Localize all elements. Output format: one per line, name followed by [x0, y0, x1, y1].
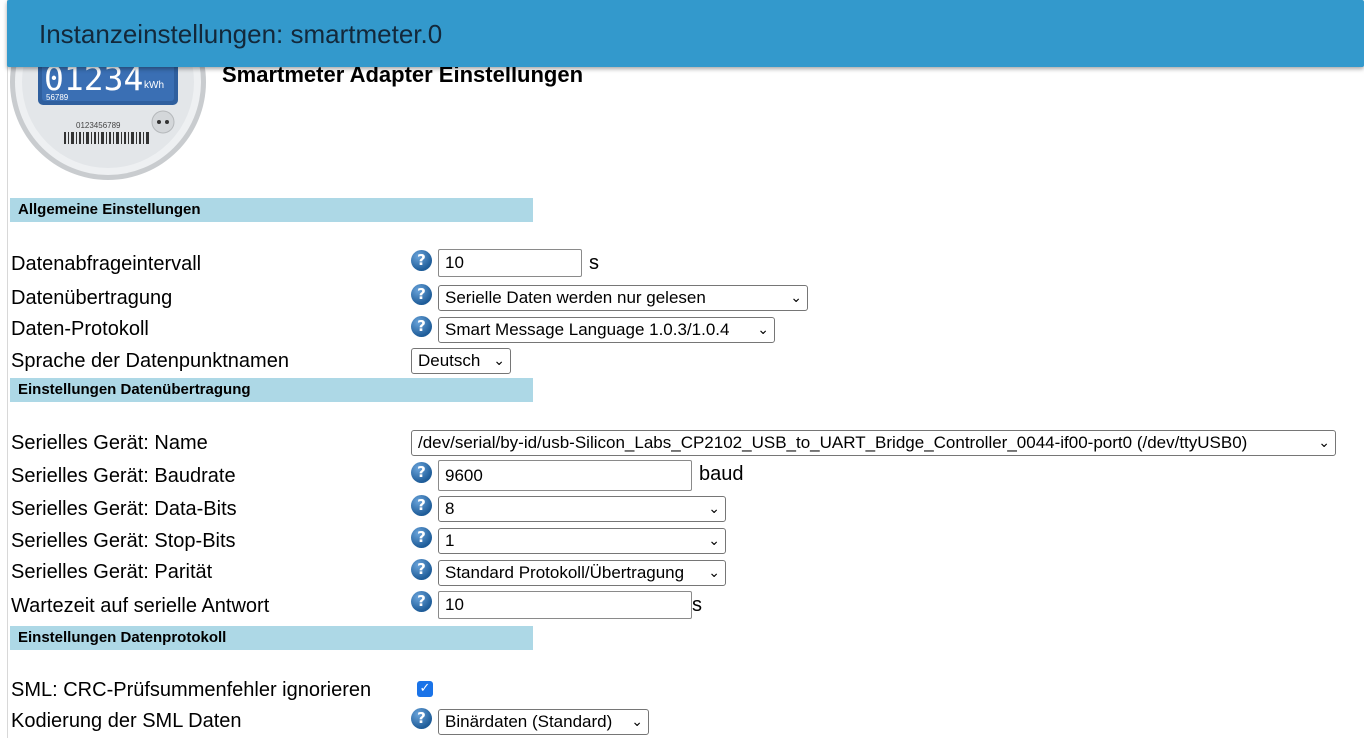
protocol-select[interactable]: Smart Message Language 1.0.3/1.0.4 ⌄: [438, 317, 775, 343]
serial-name-label: Serielles Gerät: Name: [11, 432, 208, 454]
chevron-down-icon: ⌄: [708, 565, 720, 581]
section-protocol: Einstellungen Datenprotokoll: [10, 626, 533, 650]
serial-name-select-value: /dev/serial/by-id/usb-Silicon_Labs_CP210…: [418, 433, 1248, 452]
help-icon[interactable]: ?: [411, 559, 432, 580]
stopbits-label: Serielles Gerät: Stop-Bits: [11, 530, 236, 552]
databits-label: Serielles Gerät: Data-Bits: [11, 498, 237, 520]
encoding-label: Kodierung der SML Daten: [11, 710, 242, 732]
chevron-down-icon: ⌄: [708, 533, 720, 549]
interval-input[interactable]: 10: [438, 249, 582, 277]
help-icon[interactable]: ?: [411, 708, 432, 729]
stopbits-select[interactable]: 1 ⌄: [438, 528, 726, 554]
encoding-select-value: Binärdaten (Standard): [445, 712, 613, 731]
interval-unit: s: [589, 252, 599, 274]
title-bar: Instanzeinstellungen: smartmeter.0: [7, 0, 1364, 67]
help-icon[interactable]: ?: [411, 591, 432, 612]
chevron-down-icon: ⌄: [757, 322, 769, 338]
stopbits-select-value: 1: [445, 531, 455, 550]
chevron-down-icon: ⌄: [790, 290, 802, 306]
help-icon[interactable]: ?: [411, 462, 432, 483]
baudrate-label: Serielles Gerät: Baudrate: [11, 465, 236, 487]
parity-label: Serielles Gerät: Parität: [11, 561, 213, 583]
timeout-label: Wartezeit auf serielle Antwort: [11, 595, 270, 617]
databits-select-value: 8: [445, 499, 455, 518]
checkmark-icon: ✓: [419, 681, 431, 696]
section-transfer: Einstellungen Datenübertragung: [10, 378, 533, 402]
chevron-down-icon: ⌄: [493, 353, 505, 369]
help-icon[interactable]: ?: [411, 284, 432, 305]
transfer-select[interactable]: Serielle Daten werden nur gelesen ⌄: [438, 285, 808, 311]
databits-select[interactable]: 8 ⌄: [438, 496, 726, 522]
parity-select[interactable]: Standard Protokoll/Übertragung ⌄: [438, 560, 726, 586]
language-select[interactable]: Deutsch ⌄: [411, 348, 511, 374]
baudrate-input[interactable]: 9600: [438, 460, 692, 491]
language-label: Sprache der Datenpunktnamen: [11, 350, 289, 372]
timeout-input[interactable]: 10: [438, 591, 692, 619]
crc-label: SML: CRC-Prüfsummenfehler ignorieren: [11, 679, 372, 701]
language-select-value: Deutsch: [418, 351, 481, 370]
protocol-label: Daten-Protokoll: [11, 318, 149, 340]
help-icon[interactable]: ?: [411, 316, 432, 337]
baudrate-unit: baud: [699, 463, 744, 485]
encoding-select[interactable]: Binärdaten (Standard) ⌄: [438, 709, 649, 735]
parity-select-value: Standard Protokoll/Übertragung: [445, 563, 685, 582]
svg-text:56789: 56789: [46, 93, 69, 102]
interval-label: Datenabfrageintervall: [11, 253, 202, 275]
transfer-label: Datenübertragung: [11, 287, 173, 309]
svg-text:0123456789: 0123456789: [76, 121, 121, 130]
timeout-unit: s: [692, 594, 702, 616]
svg-text:kWh: kWh: [144, 80, 164, 91]
transfer-select-value: Serielle Daten werden nur gelesen: [445, 288, 706, 307]
chevron-down-icon: ⌄: [1318, 435, 1330, 451]
serial-name-select[interactable]: /dev/serial/by-id/usb-Silicon_Labs_CP210…: [411, 430, 1336, 456]
chevron-down-icon: ⌄: [631, 714, 643, 730]
help-icon[interactable]: ?: [411, 495, 432, 516]
section-general: Allgemeine Einstellungen: [10, 198, 533, 222]
crc-checkbox[interactable]: ✓: [417, 681, 433, 697]
help-icon[interactable]: ?: [411, 527, 432, 548]
chevron-down-icon: ⌄: [708, 501, 720, 517]
protocol-select-value: Smart Message Language 1.0.3/1.0.4: [445, 320, 730, 339]
window-title: Instanzeinstellungen: smartmeter.0: [39, 19, 443, 49]
help-icon[interactable]: ?: [411, 250, 432, 271]
